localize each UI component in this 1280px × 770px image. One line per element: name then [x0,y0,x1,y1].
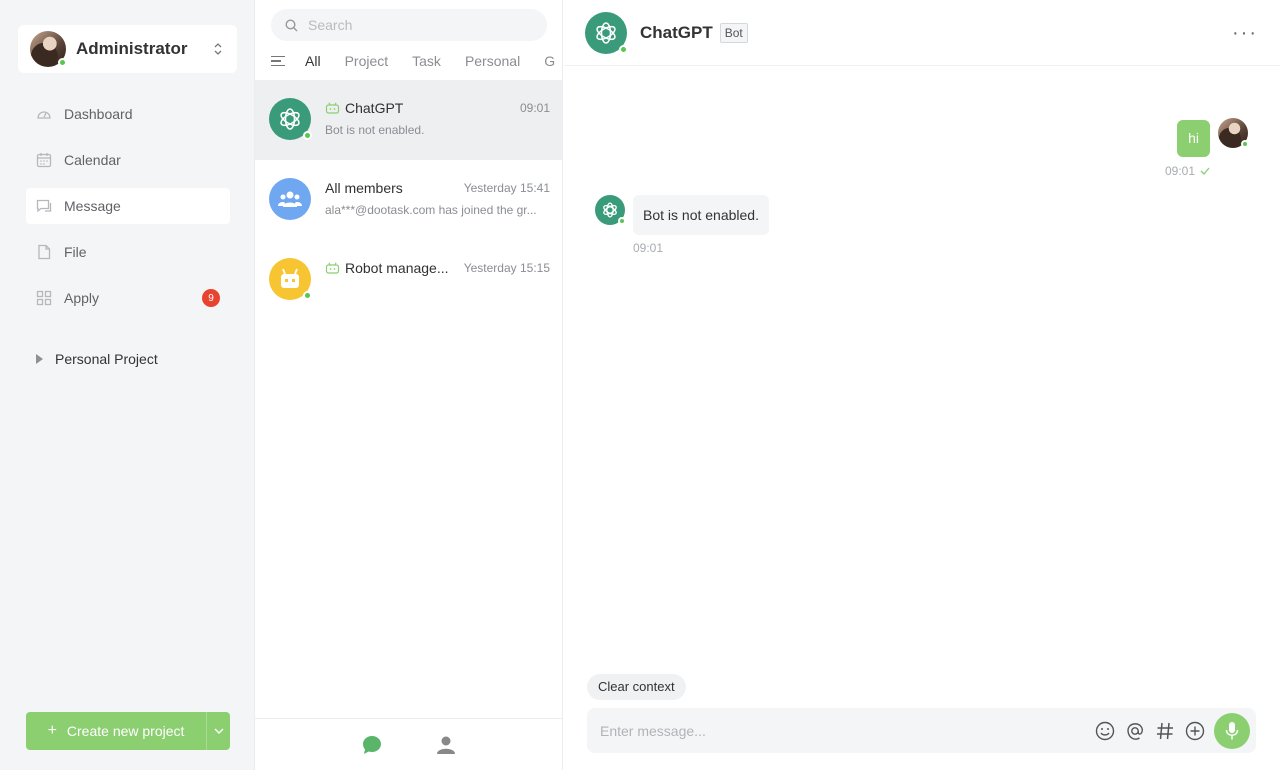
chat-header: ChatGPT Bot ··· [564,0,1280,66]
message-bubble[interactable]: hi [1177,120,1210,157]
tab-personal[interactable]: Personal [465,53,520,69]
create-project-dropdown[interactable] [206,712,230,750]
more-options-icon[interactable]: ··· [1232,22,1258,45]
read-check-icon [1200,167,1210,175]
contacts-icon[interactable] [435,734,457,756]
group-avatar [269,178,311,220]
online-indicator [618,217,626,225]
clear-context-button[interactable]: Clear context [587,674,686,700]
nav-item-message[interactable]: Message [26,188,230,224]
message-icon [36,198,52,214]
message-time: 09:01 [633,241,664,255]
online-indicator [303,131,312,140]
robot-face-icon [281,268,299,288]
tab-all[interactable]: All [305,53,321,69]
tab-task[interactable]: Task [412,53,441,69]
sidebar: Administrator Dashboard Calendar Message [0,0,255,770]
robot-icon [325,262,340,274]
bot-avatar[interactable] [595,195,626,225]
mention-icon[interactable] [1124,720,1146,742]
create-project-group: + Create new project [26,712,230,750]
robot-icon [325,102,340,114]
chevron-updown-icon [211,42,225,57]
calendar-icon [36,152,52,168]
online-indicator [303,291,312,300]
online-indicator [1241,140,1249,148]
plus-icon: + [47,722,57,739]
nav-item-dashboard[interactable]: Dashboard [26,96,230,132]
nav-label: Message [64,198,121,214]
user-switcher[interactable]: Administrator [18,25,237,73]
project-section-label: Personal Project [55,351,158,367]
conversation-time: Yesterday 15:41 [463,181,550,195]
robot-avatar [269,258,312,300]
chat-panel: ChatGPT Bot ··· hi 09:01 Bot is not enab… [564,0,1280,770]
message-input[interactable] [600,722,1086,739]
online-indicator [619,44,628,54]
voice-record-button[interactable] [1214,712,1250,749]
message-time: 09:01 [1164,164,1195,178]
conversation-name: ChatGPT [345,100,404,116]
chatgpt-avatar [269,98,312,140]
search-input[interactable] [308,17,528,33]
tab-group[interactable]: G [544,53,555,69]
chat-title: ChatGPT [640,22,713,42]
create-project-button[interactable]: + Create new project [26,712,206,750]
main-nav: Dashboard Calendar Message File Apply 9 [26,96,230,326]
my-avatar[interactable] [1218,118,1249,148]
file-icon [36,244,52,260]
openai-logo-icon [596,21,616,44]
personal-project-toggle[interactable]: Personal Project [36,351,158,367]
nav-label: Dashboard [64,106,133,122]
conversation-name: Robot manage... [345,260,449,276]
user-name: Administrator [76,39,188,58]
nav-label: Apply [64,290,100,306]
group-icon [278,191,302,207]
add-attachment-icon[interactable] [1184,720,1206,742]
apply-count-badge: 9 [202,289,220,307]
bot-badge: Bot [719,22,748,43]
search-box [271,9,547,41]
message-mine: hi [1177,120,1210,157]
conversation-time: Yesterday 15:15 [463,261,550,275]
nav-label: File [64,244,87,260]
online-indicator [58,58,67,67]
search-icon [285,18,298,31]
emoji-icon[interactable] [1094,720,1116,742]
create-project-label: Create new project [66,723,185,739]
nav-item-apply[interactable]: Apply 9 [26,280,230,316]
conversation-name: All members [325,180,403,196]
nav-label: Calendar [64,152,121,168]
nav-item-file[interactable]: File [26,234,230,270]
chat-bubble-icon[interactable] [361,734,383,756]
dashboard-icon [36,106,52,122]
chevron-down-icon [214,728,223,734]
tab-project[interactable]: Project [345,53,389,69]
hashtag-icon[interactable] [1154,720,1176,742]
menu-icon[interactable] [271,55,285,67]
list-bottom-tabs [255,718,562,770]
conversation-time: 09:01 [519,101,550,115]
conversation-preview: ala***@dootask.com has joined the gr... [325,203,537,217]
openai-logo-icon [280,108,300,130]
chat-avatar[interactable] [585,11,628,54]
message-meta: 09:01 [1165,164,1210,178]
user-avatar [30,31,67,67]
microphone-icon [1225,721,1239,739]
caret-right-icon [36,354,43,364]
message-bubble-bot[interactable]: Bot is not enabled. [633,195,769,235]
apply-icon [36,290,52,306]
conversation-item-chatgpt[interactable]: ChatGPT 09:01 Bot is not enabled. [255,80,562,160]
conversation-list-panel: All Project Task Personal G ChatGPT 09:0… [255,0,563,770]
message-composer [587,708,1256,753]
conversation-preview: Bot is not enabled. [325,123,425,137]
nav-item-calendar[interactable]: Calendar [26,142,230,178]
filter-tabs: All Project Task Personal G [271,50,563,72]
openai-logo-icon [603,202,617,218]
conversation-item-all-members[interactable]: All members Yesterday 15:41 ala***@doota… [255,160,562,240]
conversation-item-robot-manager[interactable]: Robot manage... Yesterday 15:15 [255,240,562,320]
